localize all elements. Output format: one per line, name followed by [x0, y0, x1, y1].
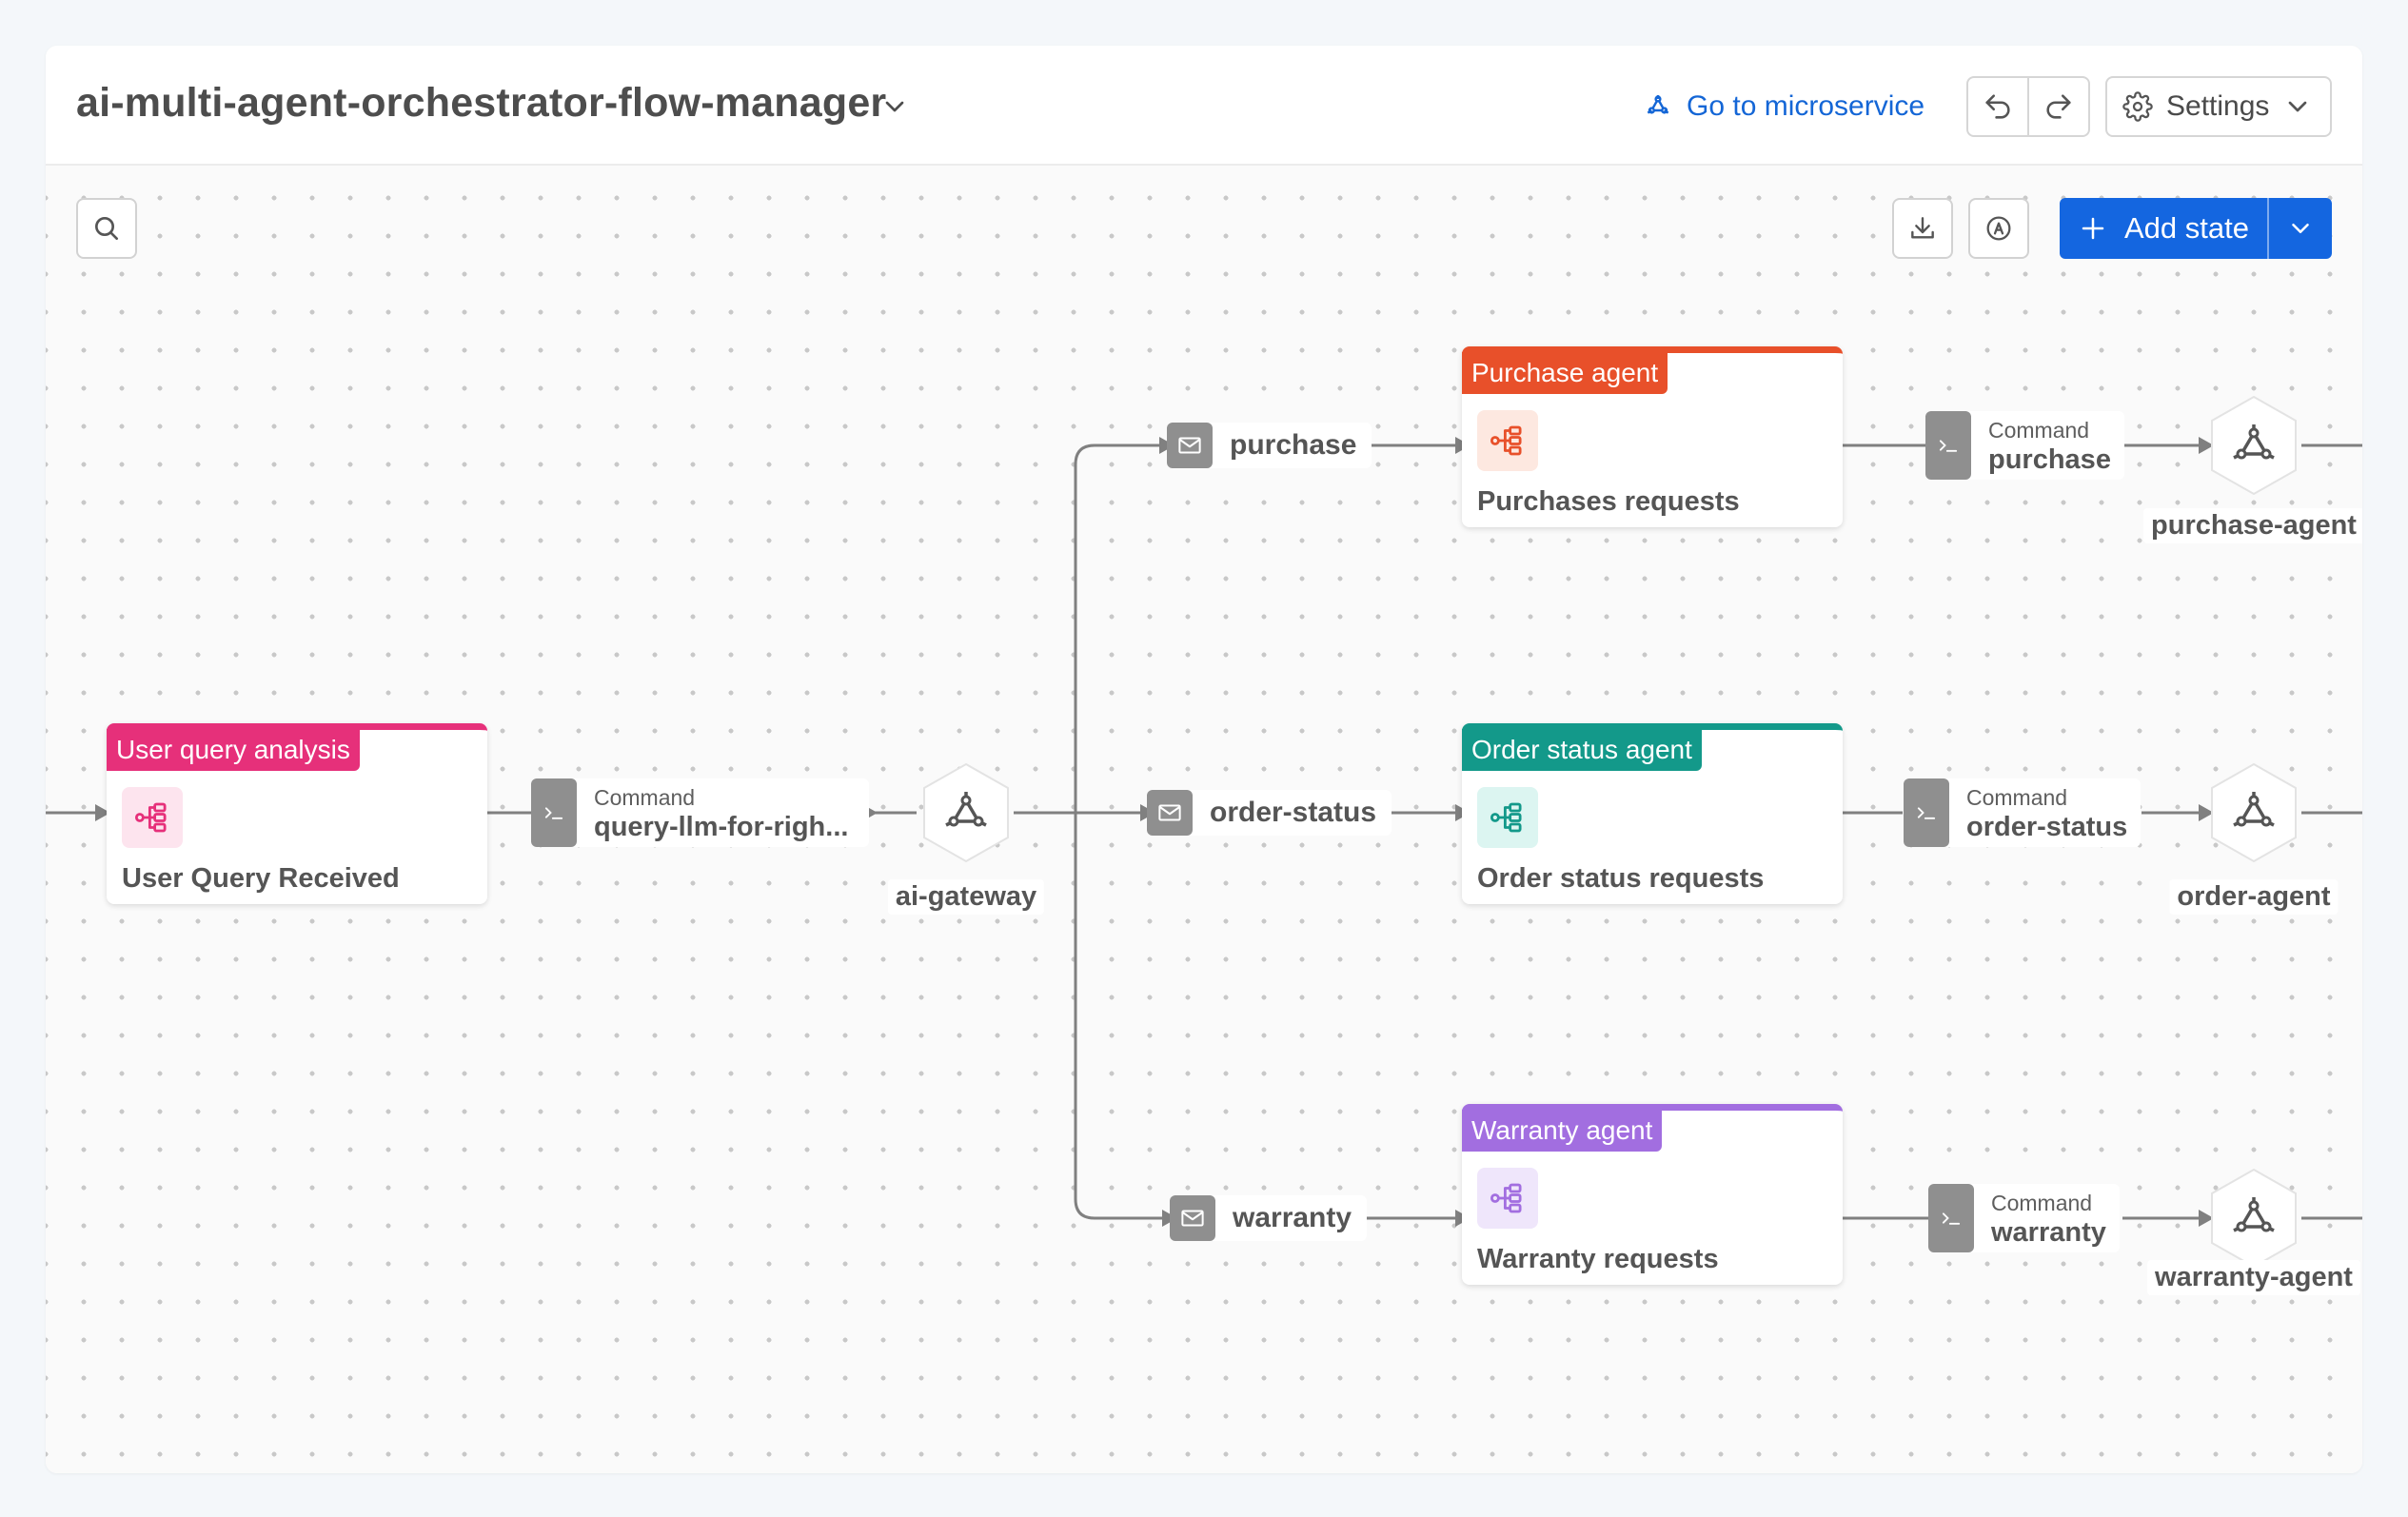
command-name: query-llm-for-righ...	[594, 812, 849, 842]
flow-branch-icon	[122, 787, 183, 848]
command-warranty[interactable]: Command warranty	[1928, 1184, 2120, 1252]
state-name: Warranty requests	[1477, 1244, 1719, 1274]
envelope-icon	[1167, 423, 1213, 468]
command-kind-label: Command	[1966, 785, 2068, 810]
redo-icon	[2046, 94, 2071, 119]
page-title[interactable]: ai-multi-agent-orchestrator-flow-manager	[76, 80, 886, 127]
terminal-icon	[1904, 778, 1949, 847]
hexagon-service-icon	[923, 762, 1009, 863]
flow-branch-icon	[1477, 787, 1538, 848]
add-state-label: Add state	[2124, 211, 2249, 245]
state-name: Order status requests	[1477, 863, 1765, 894]
command-name: warranty	[1991, 1217, 2106, 1248]
plus-icon	[2082, 217, 2104, 240]
service-label-purchase-agent: purchase-agent	[2143, 508, 2362, 543]
flow-branch-icon	[1477, 410, 1538, 471]
undo-button[interactable]	[1968, 78, 2027, 135]
state-tag: User query analysis	[107, 729, 360, 771]
header-bar: ai-multi-agent-orchestrator-flow-manager…	[46, 46, 2362, 166]
event-warranty[interactable]: warranty	[1170, 1195, 1368, 1241]
state-tag: Order status agent	[1462, 729, 1702, 771]
state-tag: Purchase agent	[1462, 352, 1668, 394]
add-state-dropdown-button[interactable]	[2267, 198, 2332, 259]
event-label: purchase	[1230, 429, 1357, 461]
flow-branch-icon	[1477, 1168, 1538, 1229]
state-name: User Query Received	[122, 863, 400, 894]
service-order-agent[interactable]	[2206, 760, 2301, 865]
hexagon-service-icon	[2211, 762, 2297, 863]
state-tag: Warranty agent	[1462, 1110, 1663, 1152]
undo-icon	[1985, 94, 2010, 119]
terminal-icon	[531, 778, 577, 847]
settings-dropdown[interactable]: Settings	[2105, 76, 2332, 137]
undo-redo-group	[1966, 76, 2090, 137]
envelope-icon	[1170, 1195, 1215, 1241]
search-button[interactable]	[76, 198, 137, 259]
command-kind-label: Command	[594, 785, 696, 810]
service-warranty-agent[interactable]	[2206, 1166, 2301, 1271]
terminal-icon	[1928, 1184, 1974, 1252]
gear-icon	[2122, 91, 2153, 122]
add-state-button[interactable]: Add state	[2060, 198, 2267, 259]
state-name: Purchases requests	[1477, 486, 1740, 517]
state-user-query-analysis[interactable]: User query analysis User Query Received	[107, 723, 487, 904]
service-label-ai-gateway: ai-gateway	[887, 879, 1045, 915]
command-kind-label: Command	[1991, 1191, 2093, 1215]
microservice-icon	[1643, 91, 1673, 122]
download-icon	[1911, 217, 1934, 239]
command-name: purchase	[1988, 444, 2111, 475]
command-name: order-status	[1966, 812, 2128, 842]
auto-layout-icon	[1986, 216, 2011, 241]
settings-label: Settings	[2166, 90, 2270, 122]
chevron-down-icon	[2289, 101, 2307, 112]
event-order-status[interactable]: order-status	[1147, 790, 1392, 836]
flow-editor-panel: ai-multi-agent-orchestrator-flow-manager…	[46, 46, 2362, 1473]
go-to-microservice-label: Go to microservice	[1687, 90, 1925, 122]
search-icon	[95, 217, 118, 240]
event-purchase[interactable]: purchase	[1167, 423, 1372, 468]
service-purchase-agent[interactable]	[2206, 393, 2301, 498]
chevron-down-icon	[2292, 224, 2309, 233]
hexagon-service-icon	[2211, 1168, 2297, 1269]
command-kind-label: Command	[1988, 418, 2090, 443]
add-state-split-button: Add state	[2060, 198, 2332, 259]
service-ai-gateway[interactable]	[918, 760, 1014, 865]
chevron-down-icon[interactable]	[879, 91, 910, 122]
state-warranty-agent[interactable]: Warranty agent Warranty requests	[1462, 1104, 1843, 1285]
redo-button[interactable]	[2027, 78, 2088, 135]
command-order-status[interactable]: Command order-status	[1904, 778, 2142, 847]
event-label: warranty	[1233, 1202, 1352, 1233]
state-order-status-agent[interactable]: Order status agent Order status requests	[1462, 723, 1843, 904]
service-label-order-agent: order-agent	[2169, 879, 2339, 915]
command-purchase[interactable]: Command purchase	[1925, 411, 2124, 480]
hexagon-service-icon	[2211, 395, 2297, 496]
envelope-icon	[1147, 790, 1193, 836]
auto-layout-button[interactable]	[1968, 198, 2029, 259]
event-label: order-status	[1210, 797, 1377, 828]
command-query-llm[interactable]: Command query-llm-for-righ...	[531, 778, 869, 847]
edge-branch-purchase	[1074, 443, 1166, 813]
edge-branch-warranty	[1074, 813, 1169, 1220]
state-purchase-agent[interactable]: Purchase agent Purchases requests	[1462, 346, 1843, 527]
download-button[interactable]	[1892, 198, 1953, 259]
flow-canvas[interactable]: Add state User query analysis User Query…	[46, 167, 2362, 1473]
go-to-microservice-link[interactable]: Go to microservice	[1643, 86, 1924, 128]
service-label-warranty-agent: warranty-agent	[2147, 1260, 2360, 1295]
terminal-icon	[1925, 411, 1971, 480]
